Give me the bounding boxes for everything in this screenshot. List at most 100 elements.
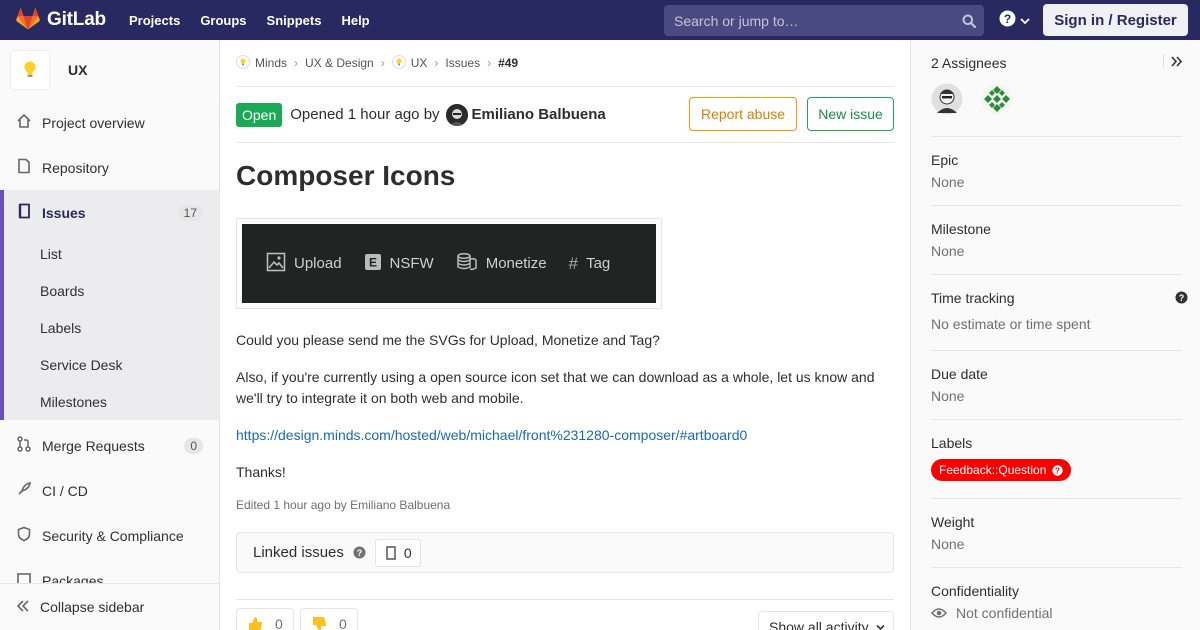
- due-date-value: None: [931, 388, 965, 404]
- search-input[interactable]: [674, 12, 954, 29]
- description-paragraph: Thanks!: [236, 464, 286, 480]
- sidebar-item-issues[interactable]: Issues 17: [4, 190, 219, 235]
- chevron-right-icon: ›: [294, 56, 299, 70]
- nav-snippets[interactable]: Snippets: [267, 13, 322, 28]
- collapse-sidebar-label: Collapse sidebar: [40, 599, 145, 615]
- assignees-title: 2 Assignees: [931, 55, 1007, 71]
- collapse-sidebar-button[interactable]: Collapse sidebar: [0, 583, 219, 630]
- sidebar-subitem-boards[interactable]: Boards: [4, 272, 219, 309]
- help-dropdown[interactable]: ?: [999, 10, 1030, 30]
- sidebar-subitem-milestones[interactable]: Milestones: [4, 383, 219, 420]
- sidebar-item-security[interactable]: Security & Compliance: [0, 513, 219, 558]
- nav-groups[interactable]: Groups: [200, 13, 246, 28]
- project-avatar: [10, 50, 50, 90]
- due-date-title: Due date: [931, 366, 988, 382]
- new-issue-button[interactable]: New issue: [807, 97, 894, 131]
- top-navbar: GitLab Projects Groups Snippets Help ? S…: [0, 0, 1200, 40]
- labels-block: Labels Feedback::Question ?: [931, 420, 1182, 499]
- issue-sidebar: 2 Assignees Epic None Milestone None Tim…: [910, 40, 1200, 630]
- label-pill[interactable]: Feedback::Question ?: [931, 459, 1072, 481]
- chevron-down-icon: [1020, 12, 1030, 28]
- breadcrumb-issue-number[interactable]: #49: [498, 56, 518, 70]
- svg-text:?: ?: [1055, 466, 1060, 475]
- sidebar-item-project-overview[interactable]: Project overview: [0, 100, 219, 145]
- weight-block: Weight None: [931, 499, 1182, 568]
- sign-in-register-button[interactable]: Sign in / Register: [1043, 4, 1188, 36]
- activity-filter-dropdown[interactable]: Show all activity: [758, 611, 894, 630]
- sidebar-item-repository[interactable]: Repository: [0, 145, 219, 190]
- milestone-block: Milestone None: [931, 206, 1182, 275]
- activity-filter-label: Show all activity: [769, 619, 869, 630]
- sidebar-item-label: CI / CD: [42, 482, 88, 499]
- gitlab-logo-icon: [16, 7, 40, 33]
- sidebar-item-ci-cd[interactable]: CI / CD: [0, 468, 219, 513]
- breadcrumb-label: UX & Design: [305, 56, 374, 70]
- merge-request-icon: [16, 436, 32, 455]
- thumbs-up-award-button[interactable]: 0: [236, 608, 294, 630]
- divider: [236, 599, 894, 600]
- question-circle-icon[interactable]: ?: [353, 546, 366, 559]
- svg-text:?: ?: [1179, 293, 1185, 303]
- sidebar-issues-section: Issues 17 List Boards Labels Service Des…: [0, 190, 219, 420]
- image-item-nsfw: E NSFW: [364, 253, 434, 275]
- thumbs-down-icon: [311, 616, 327, 630]
- report-abuse-button[interactable]: Report abuse: [689, 97, 797, 131]
- weight-value: None: [931, 536, 965, 552]
- epic-block: Epic None: [931, 137, 1182, 206]
- confidentiality-value: Not confidential: [956, 605, 1053, 621]
- hash-icon: #: [568, 253, 579, 273]
- e-box-icon: E: [364, 253, 382, 275]
- nav-projects[interactable]: Projects: [129, 13, 180, 28]
- gitlab-brand[interactable]: GitLab: [16, 7, 129, 33]
- page-title: Composer Icons: [236, 160, 456, 191]
- question-circle-icon[interactable]: ?: [1175, 291, 1188, 304]
- sidebar-subitem-service-desk[interactable]: Service Desk: [4, 346, 219, 383]
- svg-text:?: ?: [1004, 12, 1011, 26]
- breadcrumb-ux-design[interactable]: UX & Design: [305, 56, 374, 70]
- issue-header: Open Opened 1 hour ago by Emiliano Balbu…: [236, 87, 894, 143]
- collapse-sidebar-toggle[interactable]: [1163, 54, 1182, 68]
- issues-icon: [384, 545, 398, 560]
- sidebar-item-merge-requests[interactable]: Merge Requests 0: [0, 423, 219, 468]
- sidebar-item-label: Security & Compliance: [42, 527, 184, 544]
- thumbs-up-count: 0: [275, 616, 283, 630]
- epic-title: Epic: [931, 152, 959, 168]
- assignee-avatars: [931, 83, 1182, 115]
- image-item-monetize: Monetize: [456, 252, 547, 276]
- nav-help[interactable]: Help: [341, 13, 369, 28]
- chevron-right-icon: ›: [487, 56, 492, 70]
- image-item-upload: Upload: [266, 252, 342, 276]
- lightbulb-icon: [23, 60, 37, 81]
- milestone-title: Milestone: [931, 221, 991, 237]
- doc-icon: [16, 158, 32, 177]
- breadcrumb-ux[interactable]: UX: [391, 54, 427, 72]
- avatar[interactable]: [931, 83, 963, 115]
- linked-issues-title: Linked issues: [253, 544, 344, 561]
- thumbs-down-award-button[interactable]: 0: [300, 608, 358, 630]
- sidebar-subitem-labels[interactable]: Labels: [4, 309, 219, 346]
- search-icon[interactable]: [954, 14, 984, 28]
- sidebar-item-label: Project overview: [42, 114, 145, 131]
- sidebar-subitem-list[interactable]: List: [4, 235, 219, 272]
- confidentiality-block: Confidentiality Not confidential: [931, 568, 1182, 621]
- shield-icon: [16, 526, 32, 545]
- time-tracking-block: Time tracking ? No estimate or time spen…: [931, 275, 1188, 351]
- avatar[interactable]: [981, 83, 1013, 115]
- breadcrumb-issues[interactable]: Issues: [445, 56, 480, 70]
- double-chevron-right-icon: [1171, 55, 1182, 67]
- issue-image[interactable]: Upload E NSFW Monetize # Tag: [236, 218, 662, 309]
- sidebar-item-label: Repository: [42, 159, 109, 176]
- avatar[interactable]: [445, 103, 468, 126]
- chevron-right-icon: ›: [380, 56, 385, 70]
- thumbs-down-count: 0: [339, 616, 347, 630]
- breadcrumb-label: Issues: [445, 56, 481, 70]
- author-name[interactable]: Emiliano Balbuena: [472, 106, 606, 123]
- confidentiality-title: Confidentiality: [931, 583, 1019, 599]
- breadcrumb-label: #49: [498, 56, 519, 70]
- breadcrumb-minds[interactable]: Minds: [236, 54, 287, 72]
- image-item-label: NSFW: [389, 255, 434, 272]
- design-link[interactable]: https://design.minds.com/hosted/web/mich…: [236, 425, 894, 446]
- project-header[interactable]: UX: [0, 40, 219, 100]
- description-paragraph: Could you please send me the SVGs for Up…: [236, 332, 660, 348]
- opened-text: Opened 1 hour ago by: [290, 106, 440, 123]
